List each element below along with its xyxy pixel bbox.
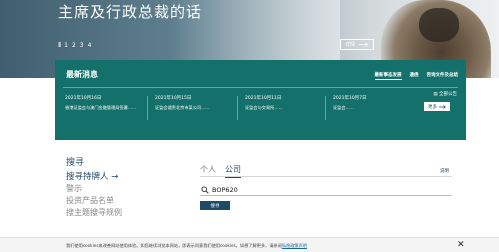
search-field[interactable] (200, 184, 452, 196)
news-item[interactable]: 2021年10月16日 香港证监会与澳门金融管理局签署…… (65, 96, 145, 110)
news-date: 2021年10月15日 (155, 96, 192, 101)
slide-pager: II 1 2 3 4 (58, 41, 91, 49)
privacy-policy-link[interactable]: 私隐政策声明 (282, 243, 307, 248)
more-label: 更多 (428, 104, 437, 110)
news-date: 2021年10月11日 (245, 96, 282, 101)
news-text: 证监会与交易所…… (245, 104, 283, 110)
news-title: 最新消息 (66, 70, 98, 79)
search-icon (200, 185, 210, 195)
news-item[interactable]: 2021年10月11日 证监会与交易所…… (237, 96, 325, 120)
all-announcements-link[interactable]: ▤ 全部公告 (397, 91, 457, 97)
search-input[interactable] (212, 185, 412, 194)
search-licensee-link[interactable]: 搜寻持牌人 → (66, 170, 122, 182)
news-text: 证监会谴责北京市某公司…… (155, 104, 210, 110)
hero-title: 主席及行政总裁的话 (58, 3, 203, 21)
close-icon[interactable]: ✕ (457, 241, 465, 250)
news-item[interactable]: 2021年10月15日 证监会谴责北京市某公司…… (147, 96, 235, 120)
search-licensee-label: 搜寻持牌人 (66, 172, 109, 182)
slide-dot[interactable]: 4 (88, 42, 92, 49)
tab-latest-developments[interactable]: 最新事态发展 (374, 72, 402, 80)
cookie-message: 我们使用cookies来改善网站使用体验。如您继续浏览本网站，即表示同意我们使用… (66, 243, 282, 248)
divider (147, 96, 148, 120)
tab-consultations[interactable]: 咨询文件及总结 (427, 72, 459, 80)
investment-products-link[interactable]: 投资产品名单 (66, 196, 122, 206)
topic-regulations-link[interactable]: 搜主题搜寻规例 (66, 208, 122, 218)
pause-icon[interactable]: II (58, 41, 61, 49)
arrow-right-icon (358, 42, 369, 47)
news-tabs: 最新事态发展 通函 咨询文件及总结 (374, 72, 459, 80)
cookie-text: 我们使用cookies来改善网站使用体验。如您继续浏览本网站，即表示同意我们使用… (66, 243, 307, 249)
eagle-image-head (419, 8, 459, 42)
slide-dot[interactable]: 1 (64, 42, 68, 49)
arrow-right-icon (439, 104, 446, 109)
search-sidebar: 搜寻 搜寻持牌人 → 警示 投资产品名单 搜主题搜寻规例 (66, 155, 122, 218)
slide-dot[interactable]: 3 (80, 42, 84, 49)
all-announcements-label: 全部公告 (439, 92, 457, 97)
divider (325, 96, 326, 120)
news-date: 2021年10月16日 (65, 96, 102, 101)
divider (237, 96, 238, 120)
more-button[interactable]: 更多 (424, 102, 450, 111)
news-panel: 最新消息 最新事态发展 通函 咨询文件及总结 2021年10月16日 香港证监会… (55, 60, 466, 140)
details-button[interactable]: 详情 (340, 39, 374, 50)
cookie-banner: 我们使用cookies来改善网站使用体验。如您继续浏览本网站，即表示同意我们使用… (0, 237, 499, 252)
arrow-right-icon: → (111, 172, 119, 182)
slide-dot[interactable]: 2 (72, 42, 76, 49)
warnings-link[interactable]: 警示 (66, 184, 122, 194)
news-side: ▤ 全部公告 更多 (397, 91, 457, 111)
divider (200, 176, 452, 177)
help-link[interactable]: 说明 (440, 168, 449, 174)
details-label: 详情 (344, 42, 355, 48)
search-button[interactable]: 搜寻 (200, 201, 230, 210)
search-title: 搜寻 (66, 158, 85, 168)
tab-circulars[interactable]: 通函 (410, 72, 419, 80)
news-text: 香港证监会与澳门金融管理局签署…… (65, 104, 137, 110)
divider (63, 87, 458, 88)
